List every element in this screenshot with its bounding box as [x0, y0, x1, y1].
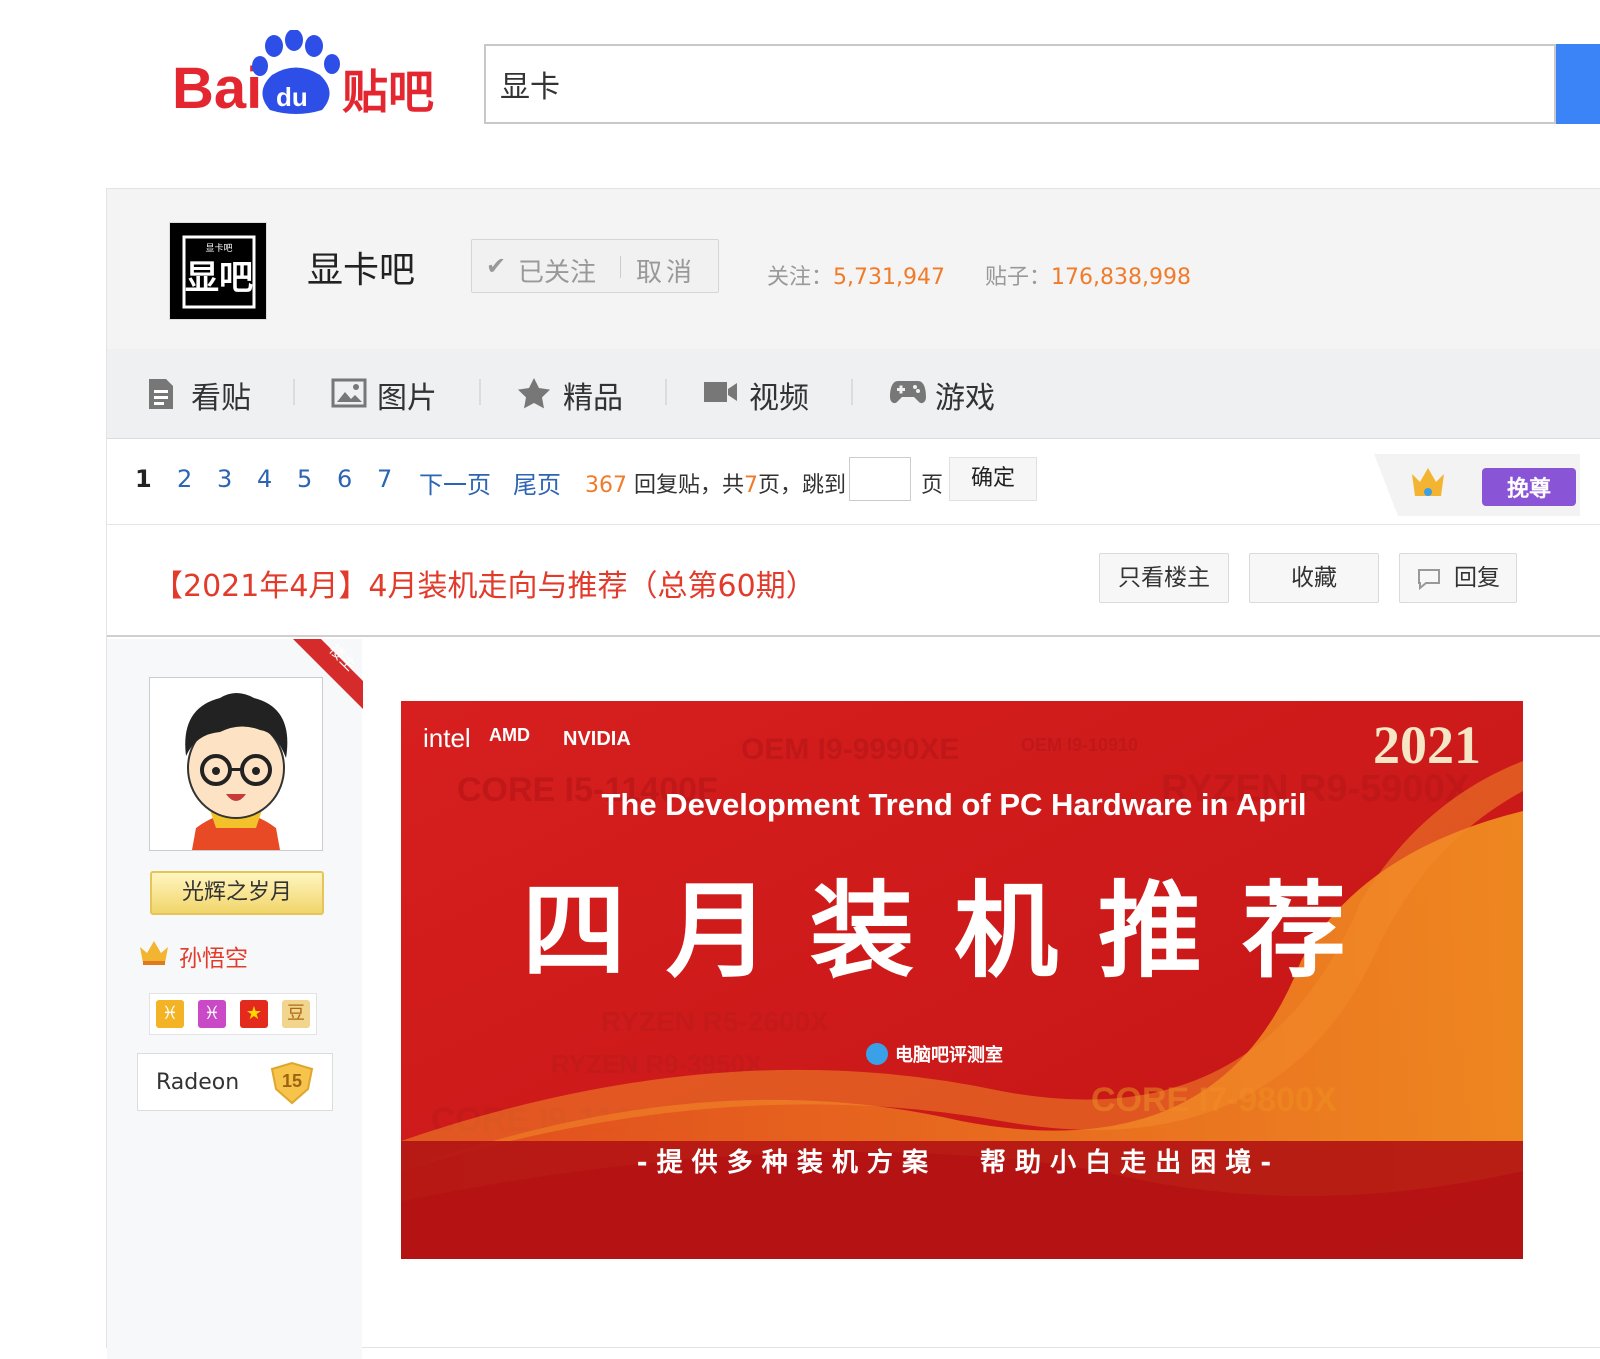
post-banner-image[interactable]: OEM I9-9990XE CORE I5-11400F RYZEN R9-59…	[401, 701, 1523, 1259]
video-icon	[704, 382, 737, 402]
thread-header: 【2021年4月】4月装机走向与推荐（总第60期） 只看楼主 收藏 回复	[107, 525, 1600, 637]
intel-logo: intel	[423, 723, 471, 753]
forum-card: 显吧 显卡吧 显卡吧 ✔ 已关注 取消 关注：5,731,947 贴子：176,…	[106, 188, 1600, 1359]
svg-text:显卡吧: 显卡吧	[205, 242, 232, 254]
svg-text:Bai: Bai	[172, 56, 262, 120]
comment-icon	[1418, 569, 1440, 590]
forum-header: 显吧 显卡吧 显卡吧 ✔ 已关注 取消 关注：5,731,947 贴子：176,…	[107, 189, 1600, 355]
author-name[interactable]: 孙悟空	[140, 939, 248, 973]
svg-text:贴吧: 贴吧	[342, 65, 434, 119]
svg-text:du: du	[276, 82, 308, 112]
search-box	[484, 44, 1556, 124]
followed-label: 已关注	[518, 258, 597, 288]
page-current: 1	[135, 465, 152, 493]
banner-subtitle: The Development Trend of PC Hardware in …	[601, 787, 1306, 822]
only-op-button[interactable]: 只看楼主	[1099, 553, 1229, 603]
author-name-label: 孙悟空	[179, 946, 248, 972]
unfollow-button[interactable]: 取消	[636, 252, 696, 289]
tab-label: 看贴	[191, 381, 251, 416]
nav-divider	[479, 379, 481, 405]
check-icon: ✔	[486, 252, 507, 280]
gamepad-icon	[890, 381, 926, 404]
image-icon	[331, 378, 367, 408]
tab-label: 游戏	[935, 381, 995, 416]
author-sidebar: 楼主 光辉之岁月 孙悟空 ♓ ♓ ★ 豆 Radeon 15	[107, 639, 363, 1359]
star-flag-icon[interactable]: ★	[240, 1000, 268, 1028]
document-icon	[149, 379, 173, 409]
banner-year: 2021	[1373, 715, 1481, 775]
nav-divider	[665, 379, 667, 405]
forum-stats: 关注：5,731,947 贴子：176,838,998	[767, 259, 1191, 291]
posts-count: 176,838,998	[1051, 265, 1191, 290]
search-button[interactable]	[1556, 44, 1600, 124]
banner-tagline: - 提 供 多 种 装 机 方 案 帮 助 小 白 走 出 困 境 -	[637, 1147, 1271, 1178]
level-number: 15	[282, 1071, 302, 1091]
svg-text:RYZEN R5-2600X: RYZEN R5-2600X	[601, 1006, 829, 1037]
star-icon	[518, 378, 550, 409]
pisces-icon[interactable]: ♓	[156, 1000, 184, 1028]
favorite-button[interactable]: 收藏	[1249, 553, 1379, 603]
top-header: Bai du 贴吧	[0, 0, 1600, 160]
svg-text:OEM I9-9990XE: OEM I9-9990XE	[741, 733, 959, 766]
nav-divider	[851, 379, 853, 405]
bean-icon[interactable]: 豆	[282, 1000, 310, 1028]
follow-count-label: 关注：	[767, 265, 834, 290]
page-link[interactable]: 7	[377, 465, 392, 493]
reply-label: 回复	[1454, 565, 1500, 591]
banner-headline: 四月装机推荐	[522, 870, 1386, 992]
level-badge-icon: 15	[270, 1061, 314, 1105]
divider	[620, 256, 621, 278]
support-label: 挽尊	[1507, 476, 1551, 502]
reply-count: 367	[585, 473, 627, 498]
tab-label: 精品	[563, 381, 623, 416]
reply-summary: 367 回复贴，共7页，跳到	[585, 467, 846, 499]
follow-toggle-button[interactable]: ✔ 已关注 取消	[471, 239, 719, 293]
nvidia-logo: NVIDIA	[563, 728, 631, 750]
follow-count: 5,731,947	[833, 265, 945, 290]
last-page-link[interactable]: 尾页	[513, 465, 561, 500]
page-unit: 页	[921, 473, 944, 498]
thread-title: 【2021年4月】4月装机走向与推荐（总第60期）	[153, 569, 816, 604]
level-name: Radeon	[156, 1070, 240, 1095]
reply-button[interactable]: 回复	[1399, 553, 1517, 603]
svg-text:OEM I9-10910: OEM I9-10910	[1021, 735, 1138, 755]
posts-count-label: 贴子：	[984, 265, 1051, 290]
page-link[interactable]: 5	[297, 465, 312, 493]
banner-studio: 电脑吧评测室	[895, 1044, 1003, 1066]
total-pages: 7	[744, 473, 759, 498]
pisces-icon[interactable]: ♓	[198, 1000, 226, 1028]
user-icon-row: ♓ ♓ ★ 豆	[149, 993, 317, 1035]
svg-text:显吧: 显吧	[185, 258, 253, 298]
crown-icon	[140, 941, 168, 965]
page-link[interactable]: 6	[337, 465, 352, 493]
search-input[interactable]	[500, 64, 1500, 104]
page-link[interactable]: 2	[177, 465, 192, 493]
forum-name[interactable]: 显卡吧	[307, 241, 415, 293]
baidu-tieba-logo[interactable]: Bai du 贴吧	[172, 29, 442, 121]
amd-logo: AMD	[489, 725, 530, 745]
tab-label: 图片	[377, 381, 437, 416]
avatar[interactable]	[149, 677, 323, 851]
next-page-link[interactable]: 下一页	[419, 465, 491, 500]
forum-avatar[interactable]: 显吧 显卡吧	[169, 222, 267, 320]
nav-divider	[293, 379, 295, 405]
reply-text: 回复贴，共	[634, 473, 745, 498]
honor-badge[interactable]: 光辉之岁月	[150, 871, 324, 915]
page-link[interactable]: 3	[217, 465, 232, 493]
tab-label: 视频	[749, 381, 809, 416]
jump-page-input[interactable]	[849, 457, 911, 501]
pages-suffix: 页，跳到	[758, 473, 847, 498]
jump-confirm-button[interactable]: 确定	[949, 457, 1037, 501]
forum-nav: 看贴 图片 精品 视频 游戏	[107, 349, 1600, 439]
forum-level[interactable]: Radeon 15	[137, 1053, 333, 1111]
page-link[interactable]: 4	[257, 465, 272, 493]
support-badge[interactable]: 挽尊	[1374, 454, 1580, 516]
